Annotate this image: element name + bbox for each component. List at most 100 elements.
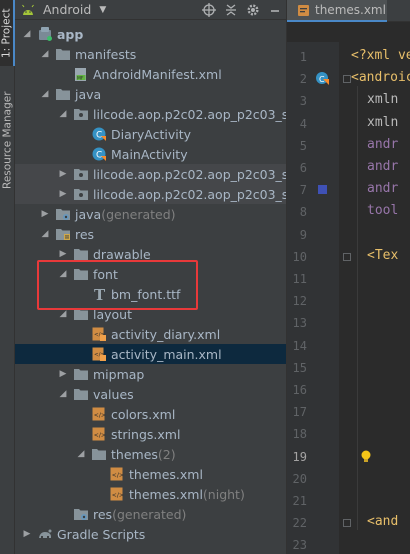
collapsed-arrow-icon[interactable]: ▶ [57,189,69,199]
tree-item-label: java [75,206,102,222]
expanded-arrow-icon[interactable]: ◢ [39,49,51,59]
color-swatch-icon[interactable] [317,184,331,198]
tree-item[interactable]: ▶ Gradle Scripts [15,524,286,544]
code-line: andr [367,159,399,174]
expanded-arrow-icon[interactable]: ◢ [75,449,87,459]
locate-target-icon[interactable] [198,0,220,20]
expanded-arrow-icon[interactable]: ◢ [39,89,51,99]
tree-item[interactable]: ◢ app [15,24,286,44]
project-view-dropdown[interactable]: Android ▼ [15,0,106,20]
tree-item[interactable]: Tbm_font.ttf [15,284,286,304]
manifest-file-icon: MF [75,68,86,81]
tree-item[interactable]: </> themes.xml (night) [15,484,286,504]
tree-item-label: themes.xml [129,466,203,482]
tool-window-strip: 1: Project Resource Manager [0,0,15,554]
line-number: 6 [299,161,307,175]
values-file-icon: </> [92,407,106,421]
expanded-arrow-icon[interactable]: ◢ [57,389,69,399]
minimize-icon[interactable] [264,0,286,20]
collapse-all-icon[interactable] [220,0,242,20]
package-icon [74,109,88,120]
tree-item-label: colors.xml [111,406,176,422]
tree-item[interactable]: ▶ java (generated) [15,204,286,224]
code-line: xmln [367,114,399,130]
xml-file-icon [298,4,309,16]
tree-item[interactable]: ◢ values [15,384,286,404]
tree-item-suffix: (2) [157,446,176,462]
tree-item[interactable]: C MainActivity [15,144,286,164]
resource-manager-tool-tab[interactable]: Resource Manager [0,88,15,192]
project-tool-tab[interactable]: 1: Project [0,0,15,66]
tree-item-label: res [75,226,95,242]
line-gutter: 1 2 3 4 5 6 7 8 9 10 11 12 13 14 15 16 17 18 19 20 21 22 23 [287,42,339,554]
tree-item[interactable]: C DiaryActivity [15,124,286,144]
tab-themes-xml[interactable]: themes.xml [287,0,387,22]
tree-item-label: DiaryActivity [111,126,192,142]
tree-item-suffix: (generated) [101,206,176,222]
tree-item[interactable]: ◢ java [15,84,286,104]
tree-item-label: mipmap [93,366,145,382]
tree-item[interactable]: </> themes.xml [15,464,286,484]
tree-item[interactable]: </> colors.xml [15,404,286,424]
line-number: 3 [299,94,307,109]
collapsed-arrow-icon[interactable]: ▶ [21,529,33,539]
expanded-arrow-icon[interactable]: ◢ [21,29,33,39]
folder-icon [74,389,88,400]
layout-file-icon: </> [92,347,106,361]
project-panel-header: Android ▼ [15,0,286,20]
tree-item[interactable]: ◢ res [15,224,286,244]
expanded-arrow-icon[interactable]: ◢ [57,109,69,119]
tree-item[interactable]: ▶ drawable [15,244,286,264]
svg-text:</>: </> [112,492,124,499]
line-number: 18 [292,427,307,442]
tree-item-label: activity_main.xml [111,346,222,362]
tree-item-label: activity_diary.xml [111,326,221,342]
tree-item-label: Gradle Scripts [57,526,146,542]
tree-item[interactable]: ◢ lilcode.aop.p2c02.aop_p2c03_secret_ [15,104,286,124]
tree-item[interactable]: MF AndroidManifest.xml [15,64,286,84]
class-marker-icon[interactable]: C [315,71,329,86]
expanded-arrow-icon[interactable]: ◢ [39,229,51,239]
lightbulb-icon[interactable] [359,449,373,463]
tree-item-label: lilcode.aop.p2c02.aop_p2c03_secret_ [93,166,286,182]
tree-item[interactable]: ◢ layout [15,304,286,324]
tree-item[interactable]: </> activity_diary.xml [15,324,286,344]
collapsed-arrow-icon[interactable]: ▶ [39,209,51,219]
code-line: andr [367,136,399,152]
fold-marker-icon[interactable] [343,75,351,84]
tree-item-label: res [93,506,113,522]
gradle-icon [39,529,52,538]
tree-item[interactable]: ◢ themes (2) [15,444,286,464]
line-number: 13 [292,316,307,331]
code-line: <and [367,514,399,530]
gear-icon[interactable] [242,0,264,20]
expanded-arrow-icon[interactable]: ◢ [57,309,69,319]
tree-item-label: themes [111,446,158,462]
line-number: 14 [292,338,307,353]
expanded-arrow-icon[interactable]: ◢ [57,269,69,279]
tab-label: themes.xml [315,3,386,17]
svg-text:</>: </> [94,412,106,419]
tree-item[interactable]: ▶ lilcode.aop.p2c02.aop_p2c03_secret_ [15,184,286,204]
collapsed-arrow-icon[interactable]: ▶ [57,369,69,379]
tree-item[interactable]: ◢ manifests [15,44,286,64]
collapsed-arrow-icon[interactable]: ▶ [57,169,69,179]
project-panel: Android ▼ ◢ app ◢ manifests MF AndroidManifes… [15,0,286,554]
tree-item[interactable]: ▶ lilcode.aop.p2c02.aop_p2c03_secret_ [15,164,286,184]
values-file-icon: </> [92,427,106,441]
tree-item[interactable]: </> activity_main.xml [15,344,286,364]
kotlin-class-icon: C [92,147,106,161]
collapsed-arrow-icon[interactable]: ▶ [57,249,69,259]
svg-text:</>: </> [112,472,124,479]
code-line: xmln [367,92,399,108]
project-view-label: Android [43,2,92,17]
tree-item-label: MainActivity [111,146,188,162]
line-number: 10 [292,249,307,264]
font-file-icon: T [94,286,106,302]
tree-item[interactable]: </> strings.xml [15,424,286,444]
tree-item[interactable]: ◢ font [15,264,286,284]
tree-item[interactable]: ▶ mipmap [15,364,286,384]
tree-item[interactable]: res (generated) [15,504,286,524]
fold-marker-icon[interactable] [343,252,351,261]
fold-marker-icon[interactable] [343,519,351,528]
